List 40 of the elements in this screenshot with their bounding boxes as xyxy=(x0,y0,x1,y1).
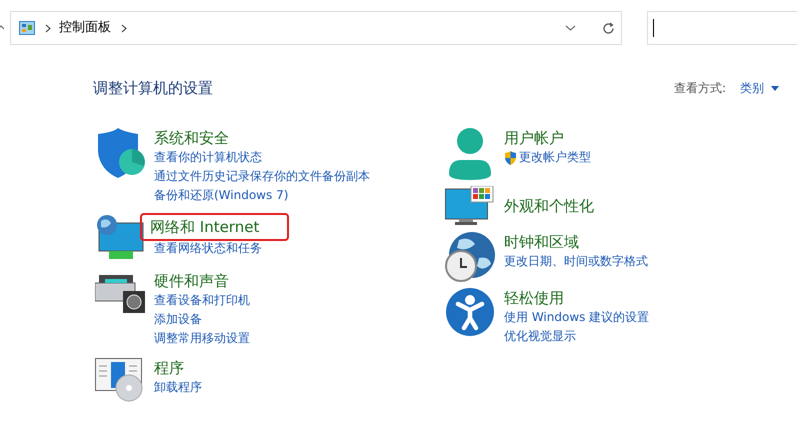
user-icon xyxy=(447,128,493,180)
task-link[interactable]: 更改帐户类型 xyxy=(502,148,593,167)
task-link[interactable]: 查看你的计算机状态 xyxy=(152,148,264,167)
caret-icon[interactable] xyxy=(771,86,779,90)
task-link[interactable]: 更改日期、时间或数字格式 xyxy=(502,252,650,271)
category-link[interactable]: 硬件和声音 xyxy=(152,271,231,291)
category-link[interactable]: 时钟和区域 xyxy=(502,232,581,252)
category-link[interactable]: 系统和安全 xyxy=(152,128,231,148)
control-panel-icon xyxy=(19,21,35,35)
category-link[interactable]: 外观和个性化 xyxy=(502,196,596,216)
task-link[interactable]: 备份和还原(Windows 7) xyxy=(152,186,290,205)
programs-window-icon xyxy=(95,358,145,402)
task-link[interactable]: 优化视觉显示 xyxy=(502,327,578,346)
view-by-dropdown[interactable]: 类别 xyxy=(740,79,764,97)
category-link[interactable]: 轻松使用 xyxy=(502,288,566,308)
monitor-icon xyxy=(445,186,495,226)
task-link[interactable]: 卸载程序 xyxy=(152,378,204,397)
task-link[interactable]: 查看设备和打印机 xyxy=(152,291,252,310)
network-monitor-icon xyxy=(95,215,145,261)
chevron-right-icon xyxy=(45,24,51,32)
category-link[interactable]: 程序 xyxy=(152,358,186,378)
task-link[interactable]: 调整常用移动设置 xyxy=(152,329,252,348)
breadcrumb-link[interactable]: 控制面板 xyxy=(59,18,111,38)
task-link[interactable]: 查看网络状态和任务 xyxy=(152,239,264,258)
chevron-right-icon[interactable] xyxy=(121,24,127,32)
shield-icon xyxy=(504,150,517,164)
view-by-label: 查看方式: xyxy=(674,80,726,97)
dropdown-chevron-icon[interactable] xyxy=(565,25,576,31)
refresh-icon[interactable] xyxy=(602,22,615,34)
task-link[interactable]: 通过文件历史记录保存你的文件备份副本 xyxy=(152,167,372,186)
page-heading: 调整计算机的设置 xyxy=(93,78,213,99)
text-cursor xyxy=(653,19,654,37)
task-link[interactable]: 使用 Windows 建议的设置 xyxy=(502,308,652,327)
address-bar[interactable]: 控制面板 xyxy=(10,11,622,45)
category-link[interactable]: 网络和 Internet xyxy=(142,215,288,239)
globe-clock-icon xyxy=(445,232,495,282)
accessibility-icon xyxy=(446,288,494,336)
category-link[interactable]: 用户帐户 xyxy=(502,128,566,148)
task-link[interactable]: 添加设备 xyxy=(152,310,204,329)
search-field[interactable] xyxy=(647,11,797,45)
